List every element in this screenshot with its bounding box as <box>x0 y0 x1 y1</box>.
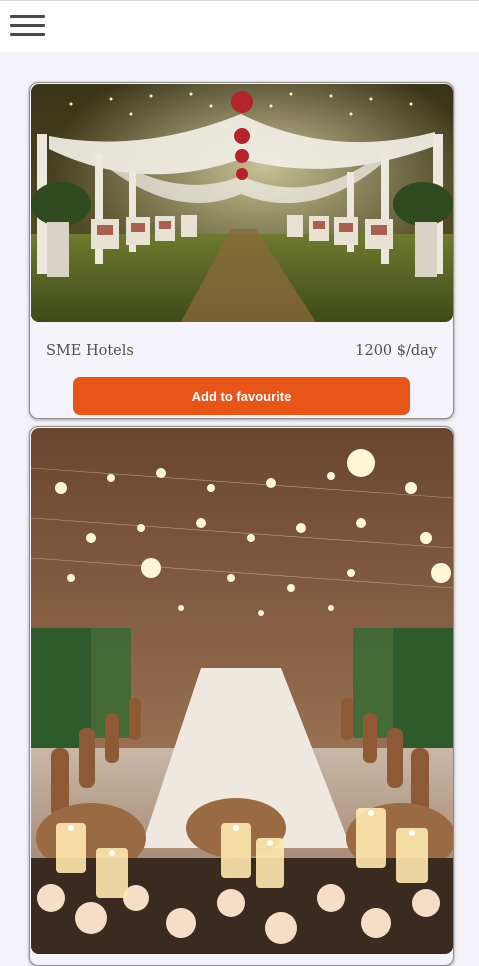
top-bar <box>0 0 479 52</box>
hamburger-menu-icon[interactable] <box>10 15 46 39</box>
venue-name: SME Hotels <box>46 343 134 359</box>
venue-card: SME Hotels 1200 $/day Add to favourite <box>29 82 454 419</box>
add-to-favourite-button[interactable]: Add to favourite <box>73 377 410 415</box>
venue-photo[interactable] <box>31 84 453 322</box>
venue-photo[interactable] <box>31 428 453 954</box>
venue-card <box>29 426 454 966</box>
candlelit-banquet-image <box>31 428 453 954</box>
garden-wedding-image <box>31 84 453 322</box>
venue-price: 1200 $/day <box>355 343 437 359</box>
